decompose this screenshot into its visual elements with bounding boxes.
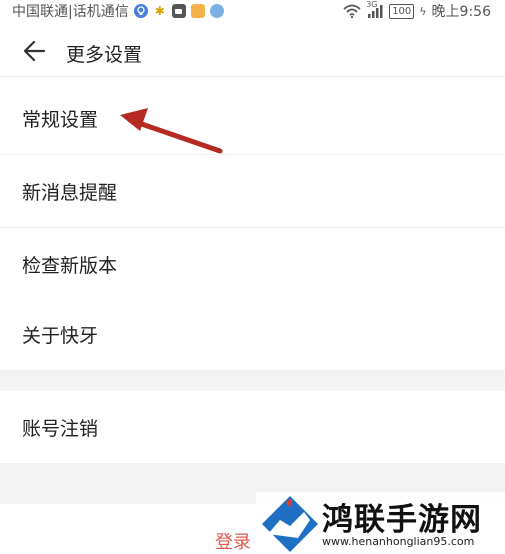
app-notification-icon-2 [190, 4, 205, 18]
menu-item-label: 关于快牙 [22, 325, 99, 347]
menu-item-label: 检查新版本 [22, 255, 118, 277]
carrier-name: 中国联通|话机通信 [12, 4, 129, 20]
app-notification-icon [171, 4, 186, 18]
menu-item-label: 新消息提醒 [22, 182, 118, 204]
menu-item-new-message-alert[interactable]: 新消息提醒 [0, 155, 505, 228]
back-arrow-icon [23, 40, 46, 62]
watermark-title: 鸿联手游网 [322, 502, 482, 538]
wifi-icon [343, 4, 361, 18]
star-notification-icon: ✱ [154, 4, 165, 18]
login-button[interactable]: 登录 [215, 528, 251, 554]
annotation-arrow-icon [120, 108, 223, 154]
watermark: 鸿联手游网 www.henanhonglian95.com [256, 492, 505, 554]
signal-icon: 3G [366, 0, 384, 18]
menu-item-check-update[interactable]: 检查新版本 [0, 228, 505, 301]
status-right: 3G 100 ϟ 晚上9:56 [343, 0, 491, 21]
globe-notification-icon [209, 4, 224, 18]
clock: 晚上9:56 [431, 4, 491, 20]
menu-item-label: 常规设置 [22, 109, 99, 131]
menu-item-about[interactable]: 关于快牙 [0, 298, 505, 371]
watermark-url: www.henanhonglian95.com [322, 535, 475, 548]
status-bar: 中国联通|话机通信 ✱ 3G 100 ϟ 晚上9:56 [0, 0, 505, 22]
lightbulb-notification-icon [133, 4, 148, 18]
section-gap [0, 371, 505, 391]
site-logo [262, 496, 318, 552]
page-title: 更多设置 [66, 44, 143, 66]
carrier-area: 中国联通|话机通信 ✱ [12, 1, 224, 21]
menu-item-account-logout[interactable]: 账号注销 [0, 391, 505, 464]
back-button[interactable] [22, 38, 56, 68]
menu-item-label: 账号注销 [22, 418, 99, 440]
header-bar: 更多设置 [0, 30, 505, 77]
network-type: 3G [366, 0, 378, 9]
charging-icon: ϟ [419, 4, 427, 18]
menu-item-general-settings[interactable]: 常规设置 [0, 82, 505, 155]
battery-level: 100 [389, 3, 415, 19]
